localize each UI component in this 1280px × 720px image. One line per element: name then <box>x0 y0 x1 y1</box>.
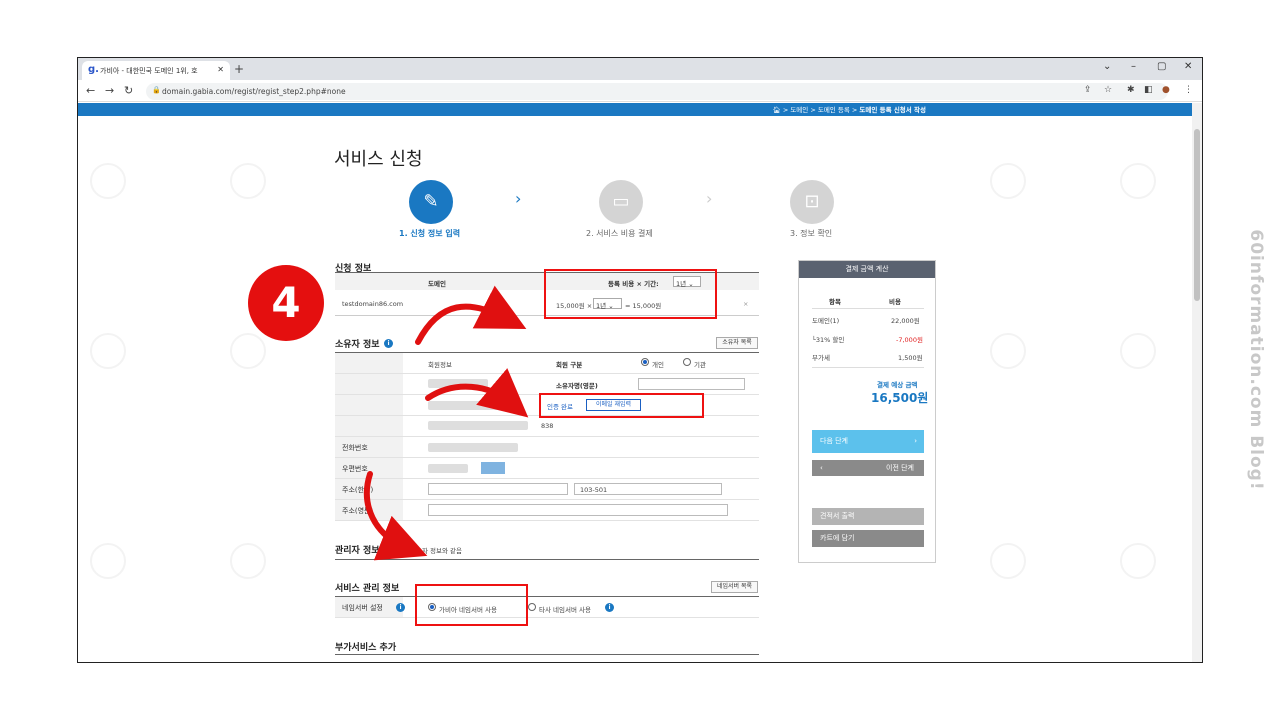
arrow-to-admin <box>363 471 428 561</box>
arrow-to-email <box>425 368 529 418</box>
tutorial-slide: 60information.com Blog! g. 가비아 - 대한민국 도메… <box>0 0 1280 720</box>
annotation-arrows <box>363 285 529 561</box>
arrow-to-fee <box>415 285 527 345</box>
